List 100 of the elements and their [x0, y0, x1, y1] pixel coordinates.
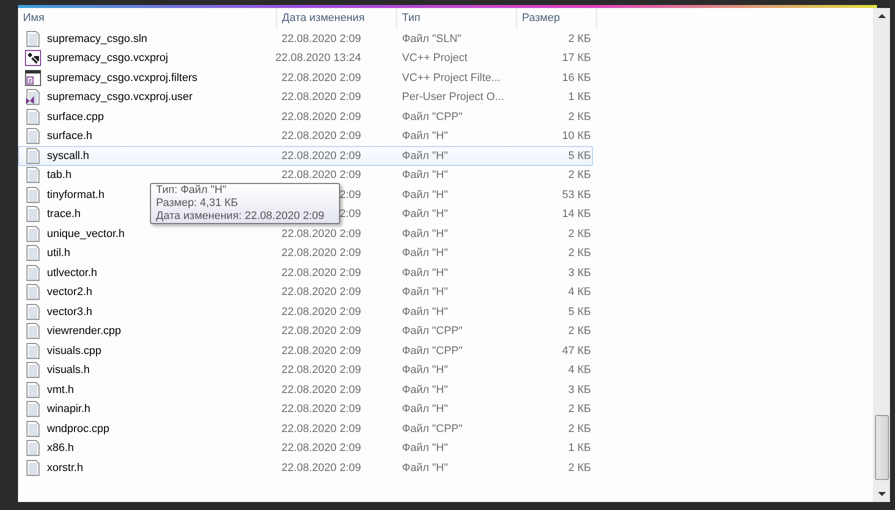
file-name: visuals.h [47, 363, 90, 378]
size-cell-text: 1 КБ [567, 90, 591, 105]
date-cell-text: 22.08.2020 2:09 [281, 90, 361, 105]
type-cell-text: Файл "H" [401, 363, 449, 378]
size-cell-text: 47 КБ [561, 344, 591, 358]
date-cell-text: 22.08.2020 2:09 [281, 344, 361, 358]
date-cell-text: 22.08.2020 2:09 [281, 285, 361, 300]
size-cell-text: 2 КБ [567, 168, 591, 183]
date-cell-text: 22.08.2020 2:09 [281, 441, 361, 456]
tooltip-line: Дата изменения: 22.08.2020 2:09 [156, 210, 326, 223]
document-icon [25, 108, 41, 125]
file-name: supremacy_csgo.sln [47, 32, 148, 46]
file-name: xorstr.h [47, 460, 84, 476]
document-icon [25, 148, 41, 164]
date-cell-text: 22.08.2020 2:09 [281, 460, 361, 476]
size-cell-text: 2 КБ [567, 460, 591, 476]
type-cell-text: Файл "H" [401, 226, 449, 242]
tooltip-line: Тип: Файл "H" [156, 184, 228, 197]
size-cell-text: 2 КБ [567, 324, 591, 339]
date-cell-text: 22.08.2020 2:09 [281, 32, 361, 46]
document-icon [25, 30, 41, 47]
date-cell-text: 22.08.2020 2:09 [281, 168, 361, 183]
document-icon [25, 128, 41, 144]
size-cell-text: 17 КБ [561, 51, 591, 66]
size-cell-text: 2 КБ [567, 246, 591, 261]
date-cell-text: 2:09 [340, 188, 361, 202]
date-cell-text: 22.08.2020 2:09 [281, 422, 361, 436]
type-cell-text: Файл "H" [401, 168, 449, 183]
date-cell-text: 22.08.2020 2:09 [281, 266, 361, 280]
file-name: vector3.h [47, 304, 92, 320]
tooltip-line: Размер: 4,31 КБ [156, 197, 240, 210]
type-cell-text: Файл "H" [401, 441, 449, 456]
document-icon [25, 284, 41, 300]
type-cell-text: Файл "H" [401, 129, 449, 144]
size-cell-text: 10 КБ [561, 129, 591, 144]
file-name: vmt.h [47, 382, 74, 398]
date-cell-text: 22.08.2020 2:09 [281, 304, 361, 320]
column-header[interactable]: Размер [517, 8, 597, 29]
type-cell-text: Per-User Project O... [401, 90, 506, 105]
document-icon [25, 342, 41, 359]
document-icon [25, 460, 41, 476]
user-project-icon [25, 89, 41, 106]
file-name: vector2.h [47, 285, 92, 300]
column-header[interactable]: Дата изменения [277, 8, 397, 29]
file-name: surface.h [47, 129, 92, 144]
document-icon [25, 401, 41, 418]
type-cell-text: Файл "H" [401, 285, 449, 300]
size-cell-text: 4 КБ [567, 363, 591, 378]
size-cell-text: 2 КБ [567, 422, 591, 436]
size-cell-text: 53 КБ [561, 188, 591, 202]
file-name: trace.h [47, 207, 81, 222]
date-cell-text: 22.08.2020 2:09 [281, 402, 361, 417]
type-cell-text: Файл "H" [401, 460, 449, 476]
document-icon [25, 186, 41, 203]
document-icon [25, 420, 41, 437]
file-name: tinyformat.h [47, 188, 104, 202]
size-cell-text: 2 КБ [567, 110, 591, 124]
file-name: viewrender.cpp [47, 324, 121, 339]
scrollbar[interactable] [873, 8, 890, 502]
size-cell-text: 2 КБ [567, 402, 591, 417]
date-cell-text: 22.08.2020 13:24 [275, 51, 361, 66]
date-cell-text: 22.08.2020 2:09 [281, 226, 361, 242]
size-cell-text: 16 КБ [561, 70, 591, 86]
size-cell-text: 2 КБ [567, 226, 591, 242]
column-header[interactable]: Имя [18, 8, 277, 29]
file-name: utlvector.h [47, 266, 98, 280]
file-name: x86.h [47, 441, 74, 456]
date-cell-text: 22.08.2020 2:09 [281, 129, 361, 144]
date-cell-text: 22.08.2020 2:09 [281, 246, 361, 261]
scroll-up-icon[interactable] [878, 14, 886, 18]
file-name: wndproc.cpp [47, 422, 110, 436]
document-icon [25, 167, 41, 184]
file-name: winapir.h [47, 402, 90, 417]
size-cell-text: 2 КБ [567, 32, 591, 46]
type-cell-text: Файл "H" [401, 266, 449, 280]
file-name: supremacy_csgo.vcxproj.user [47, 90, 193, 105]
document-icon [25, 245, 41, 262]
file-name: syscall.h [47, 148, 90, 164]
document-icon [25, 440, 41, 456]
date-cell-text: 22.08.2020 2:09 [281, 382, 361, 398]
type-cell-text: Файл "H" [401, 402, 449, 417]
project-file-icon [25, 50, 41, 66]
size-cell-text: 1 КБ [567, 441, 591, 456]
date-cell-text: 2:09 [340, 207, 361, 222]
type-cell-text: Файл "CPP" [401, 422, 464, 436]
document-icon [25, 264, 41, 281]
scroll-thumb[interactable] [874, 415, 888, 480]
date-cell-text: 22.08.2020 2:09 [281, 70, 361, 86]
type-cell-text: VC++ Project [401, 51, 468, 66]
size-cell-text: 14 КБ [561, 207, 591, 222]
file-row[interactable]: syscall.h 22.08.2020 2:09 Файл "H" 5 КБ [18, 146, 593, 166]
file-name: util.h [47, 246, 70, 261]
file-name: visuals.cpp [47, 344, 102, 358]
type-cell-text: Файл "CPP" [401, 324, 464, 339]
column-header[interactable]: Тип [397, 8, 517, 29]
type-cell-text: Файл "H" [401, 207, 449, 222]
filter-file-icon [25, 70, 41, 86]
scroll-down-icon[interactable] [878, 492, 886, 496]
file-name: surface.cpp [47, 110, 104, 124]
file-name: supremacy_csgo.vcxproj.filters [47, 70, 198, 86]
